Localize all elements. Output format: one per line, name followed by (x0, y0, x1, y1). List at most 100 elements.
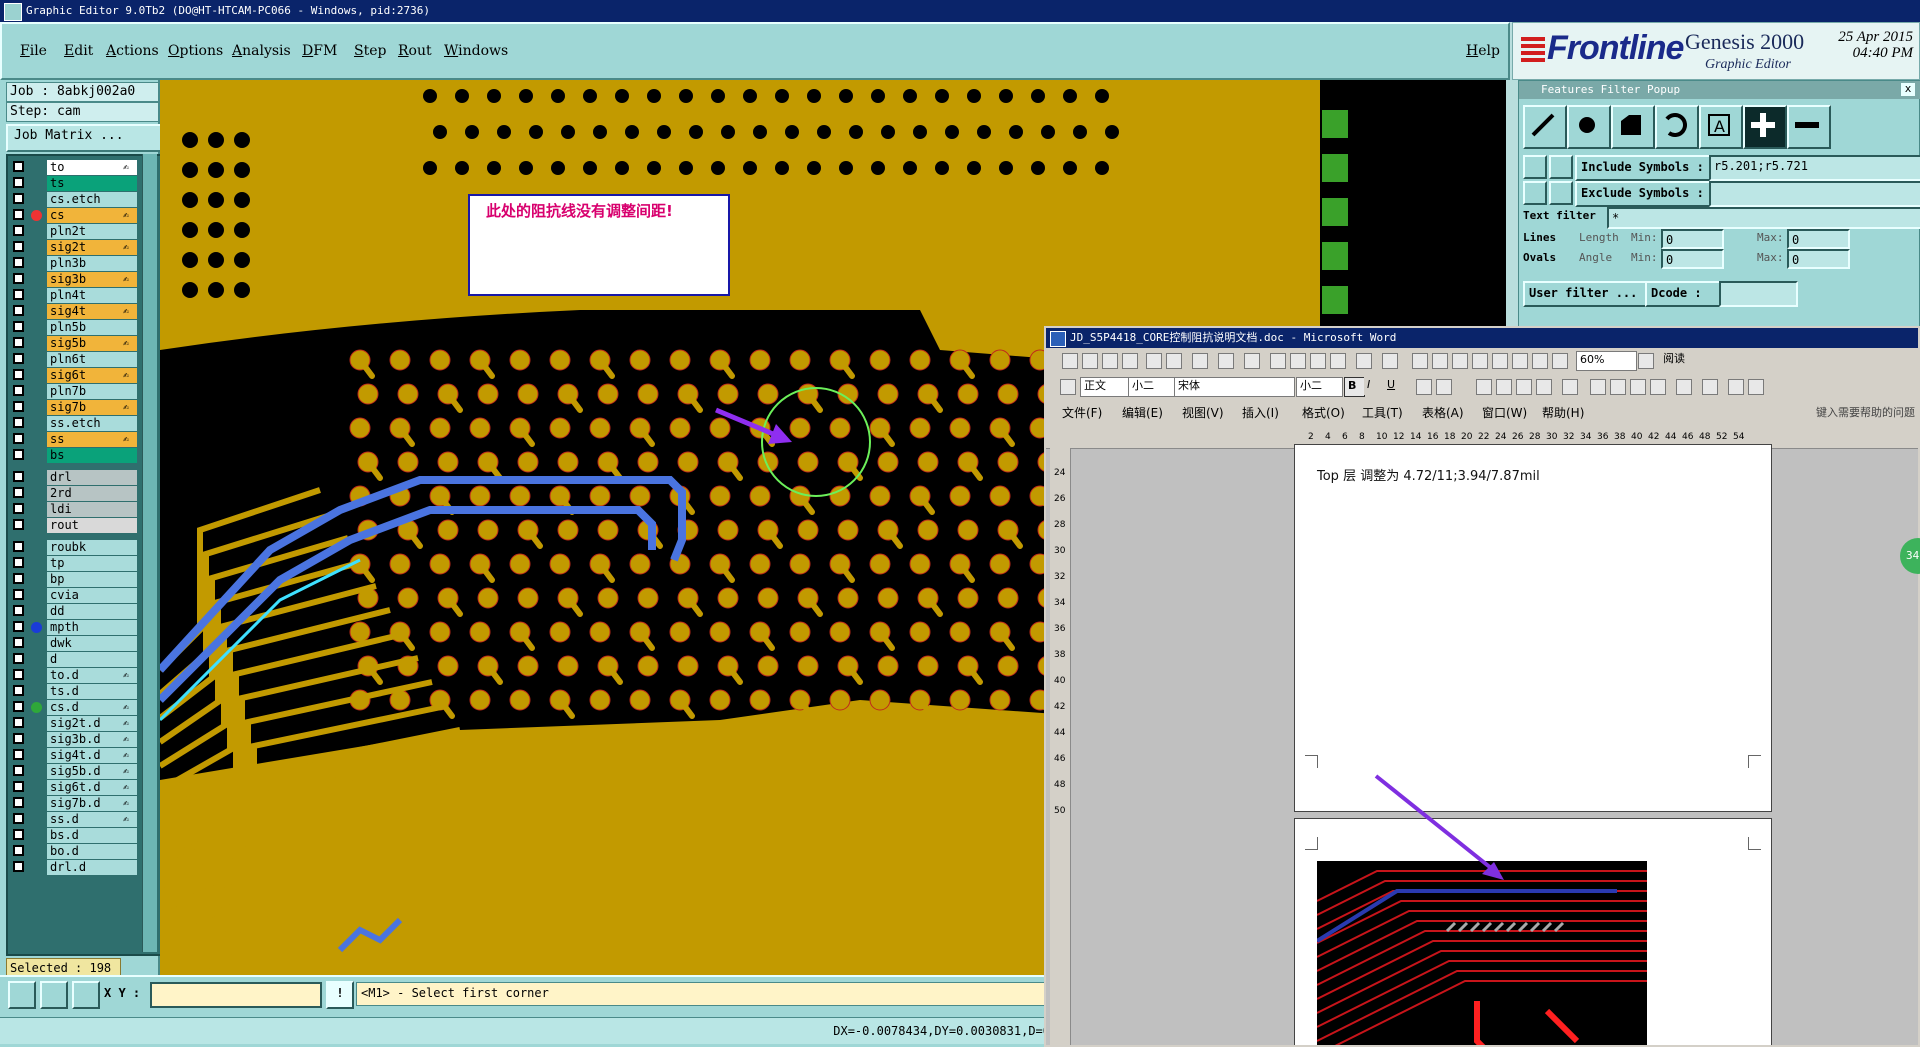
include-symbols-label[interactable]: Include Symbols : (1575, 155, 1713, 181)
paste-icon[interactable] (1310, 353, 1326, 369)
align-right-icon[interactable] (1516, 379, 1532, 395)
layer-row-sig3b[interactable]: sig3b ✍ (11, 272, 137, 287)
layer-name[interactable]: 2rd (47, 486, 137, 501)
layer-checkbox[interactable] (13, 305, 24, 316)
underline-button[interactable]: U (1384, 377, 1403, 395)
info-icon[interactable]: ! (326, 981, 354, 1009)
text-filter-input[interactable]: * (1607, 207, 1920, 229)
layer-row-d[interactable]: d (11, 652, 137, 667)
layer-checkbox[interactable] (13, 225, 24, 236)
exclude-symbols-label[interactable]: Exclude Symbols : (1575, 181, 1713, 207)
doc-map-icon[interactable] (1532, 353, 1548, 369)
layer-name[interactable]: bs (47, 448, 137, 463)
layer-row-pln5b[interactable]: pln5b (11, 320, 137, 335)
layer-name[interactable]: pln6t (47, 352, 137, 367)
exclude-pick-button[interactable] (1523, 181, 1547, 205)
insert-table-icon[interactable] (1452, 353, 1468, 369)
layer-checkbox[interactable] (13, 541, 24, 552)
layer-name[interactable]: bp (47, 572, 137, 587)
embedded-pcb-image[interactable] (1317, 861, 1647, 1047)
layer-checkbox[interactable] (13, 289, 24, 300)
layer-name[interactable]: drl.d (47, 860, 137, 875)
layer-row-sig7b.d[interactable]: sig7b.d ✍ (11, 796, 137, 811)
layer-checkbox[interactable] (13, 573, 24, 584)
layer-row-bs[interactable]: bs (11, 448, 137, 463)
layer-checkbox[interactable] (13, 519, 24, 530)
layer-row-sig3b.d[interactable]: sig3b.d ✍ (11, 732, 137, 747)
layer-row-bp[interactable]: bp (11, 572, 137, 587)
layer-name[interactable]: tp (47, 556, 137, 571)
menu-step[interactable]: Step (354, 43, 386, 59)
layer-checkbox[interactable] (13, 385, 24, 396)
layer-row-dwk[interactable]: dwk (11, 636, 137, 651)
drawing-icon[interactable] (1512, 353, 1528, 369)
layer-row-bs.d[interactable]: bs.d (11, 828, 137, 843)
filter-text-button[interactable]: A (1699, 105, 1743, 149)
word-menu-file[interactable]: 文件(F) (1062, 404, 1102, 421)
dcode-input[interactable] (1719, 281, 1798, 307)
user-filter-button[interactable]: User filter ... (1523, 281, 1649, 307)
ovals-checkbox[interactable]: Ovals (1523, 251, 1556, 264)
numbering-icon[interactable] (1590, 379, 1606, 395)
layer-row-drl[interactable]: drl (11, 470, 137, 485)
word-app-icon[interactable] (1050, 331, 1066, 347)
show-hide-icon[interactable] (1552, 353, 1568, 369)
new-doc-icon[interactable] (1062, 353, 1078, 369)
menu-edit[interactable]: Edit (64, 43, 93, 59)
hyperlink-icon[interactable] (1412, 353, 1428, 369)
enclose-char-icon[interactable] (1748, 379, 1764, 395)
layer-row-sig6t.d[interactable]: sig6t.d ✍ (11, 780, 137, 795)
copy-icon[interactable] (1290, 353, 1306, 369)
layer-checkbox[interactable] (13, 337, 24, 348)
styles-icon[interactable] (1060, 379, 1076, 395)
menu-rout[interactable]: Rout (398, 43, 432, 59)
filter-surface-button[interactable] (1611, 105, 1655, 149)
spelling-icon[interactable] (1218, 353, 1234, 369)
angle-min-input[interactable]: 0 (1661, 249, 1724, 269)
layer-row-pln4t[interactable]: pln4t (11, 288, 137, 303)
italic-button[interactable]: I (1364, 377, 1383, 395)
vertical-ruler[interactable]: 24 26 28 30 32 34 36 38 40 42 44 46 48 50 (1050, 448, 1071, 1045)
align-left-icon[interactable] (1476, 379, 1492, 395)
cut-icon[interactable] (1270, 353, 1286, 369)
layer-checkbox[interactable] (13, 353, 24, 364)
angle-max-input[interactable]: 0 (1787, 249, 1850, 269)
menu-options[interactable]: Options (168, 43, 223, 59)
layer-name[interactable]: ts.d (47, 684, 137, 699)
style-size-select[interactable]: 小二 (1128, 377, 1177, 397)
layer-row-pln6t[interactable]: pln6t (11, 352, 137, 367)
layer-row-sig7b[interactable]: sig7b ✍ (11, 400, 137, 415)
job-matrix-button[interactable]: Job Matrix ... (6, 124, 166, 152)
filter-arc-button[interactable] (1655, 105, 1699, 149)
layer-name[interactable]: bs.d (47, 828, 137, 843)
bold-button[interactable]: B (1344, 377, 1365, 397)
layer-row-tp[interactable]: tp (11, 556, 137, 571)
menu-help[interactable]: Help (1466, 43, 1500, 59)
increase-indent-icon[interactable] (1650, 379, 1666, 395)
layer-row-2rd[interactable]: 2rd (11, 486, 137, 501)
layer-name[interactable]: pln5b (47, 320, 137, 335)
align-center-icon[interactable] (1496, 379, 1512, 395)
layer-row-pln3b[interactable]: pln3b (11, 256, 137, 271)
layer-row-bo.d[interactable]: bo.d (11, 844, 137, 859)
filter-negative-button[interactable] (1787, 105, 1831, 149)
layer-name[interactable]: rout (47, 518, 137, 533)
help-icon[interactable] (1638, 353, 1654, 369)
layer-name[interactable]: drl (47, 470, 137, 485)
layer-row-ldi[interactable]: ldi (11, 502, 137, 517)
close-icon[interactable]: x (1901, 83, 1915, 96)
exclude-symbols-input[interactable] (1709, 181, 1920, 207)
char-border-icon[interactable] (1416, 379, 1432, 395)
layer-name[interactable]: pln4t (47, 288, 137, 303)
font-color-icon[interactable] (1702, 379, 1718, 395)
word-menu-view[interactable]: 视图(V) (1182, 404, 1224, 421)
format-painter-icon[interactable] (1330, 353, 1346, 369)
save-icon[interactable] (1102, 353, 1118, 369)
layer-checkbox[interactable] (13, 241, 24, 252)
read-button[interactable]: 阅读 (1660, 351, 1735, 369)
layer-name[interactable]: d (47, 652, 137, 667)
layer-row-cvia[interactable]: cvia (11, 588, 137, 603)
justify-icon[interactable] (1536, 379, 1552, 395)
app-icon[interactable] (4, 3, 22, 21)
layer-checkbox[interactable] (13, 487, 24, 498)
